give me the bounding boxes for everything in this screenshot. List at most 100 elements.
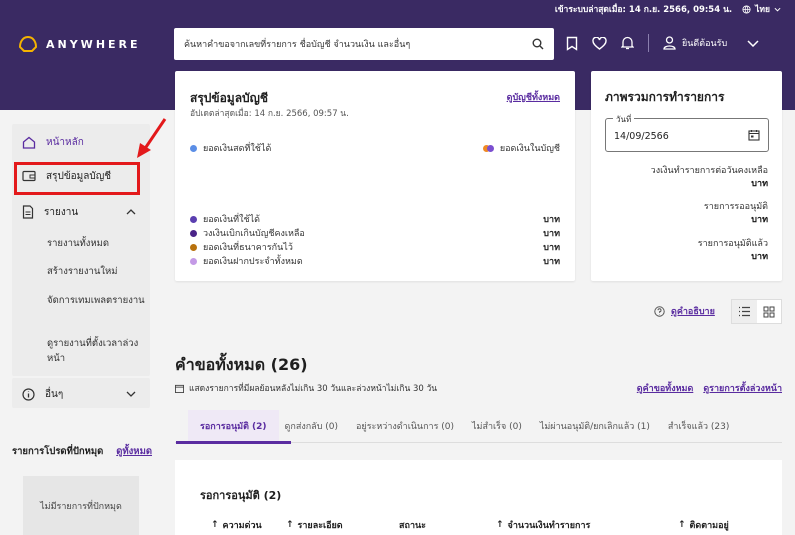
chevron-down-icon xyxy=(747,39,759,47)
document-icon xyxy=(22,205,34,219)
sidebar-item-others[interactable]: อื่นๆ xyxy=(12,384,150,404)
column-following[interactable]: ↑ ติดตามอยู่ xyxy=(678,518,729,532)
column-label: ติดตามอยู่ xyxy=(689,521,729,531)
chevron-down-icon xyxy=(774,7,781,12)
sidebar-item-reports[interactable]: รายงาน xyxy=(12,202,150,222)
row-dot xyxy=(190,215,197,223)
column-status[interactable]: สถานะ xyxy=(399,518,496,532)
legend-dot xyxy=(482,144,494,152)
logo-icon xyxy=(18,35,38,52)
date-field[interactable]: วันที่ 14/09/2566 xyxy=(605,113,769,152)
sidebar-item-home[interactable]: หน้าหลัก xyxy=(12,132,150,152)
row-label: วงเงินเบิกเกินบัญชีคงเหลือ xyxy=(203,229,305,239)
favorites-empty: ไม่มีรายการที่ปักหมุด xyxy=(23,476,139,535)
search-input[interactable]: ค้นหาคำขอจากเลขที่รายการ ชื่อบัญชี จำนวน… xyxy=(174,28,554,60)
row-label: ยอดเงินที่ธนาคารกันไว้ xyxy=(203,243,293,253)
summary-row: ยอดเงินที่ธนาคารกันไว้ บาท xyxy=(190,240,560,254)
search-icon[interactable] xyxy=(532,38,544,50)
sidebar-item-label: รายงาน xyxy=(44,206,79,218)
sidebar-subitem-all-reports[interactable]: รายงานทั้งหมด xyxy=(47,236,147,251)
stat-label: วงเงินทำรายการต่อวันคงเหลือ xyxy=(650,166,768,176)
search-placeholder: ค้นหาคำขอจากเลขที่รายการ ชื่อบัญชี จำนวน… xyxy=(184,40,411,50)
row-unit: บาท xyxy=(543,229,560,239)
summary-updated: อัปเดตล่าสุดเมื่อ: 14 ก.ย. 2566, 09:57 น… xyxy=(190,109,349,119)
logo-text: ANYWHERE xyxy=(46,37,141,51)
view-all-accounts-link[interactable]: ดูบัญชีทั้งหมด xyxy=(507,90,560,104)
tab-failed[interactable]: ไม่สำเร็จ (0) xyxy=(472,410,522,443)
list-view-button[interactable] xyxy=(732,300,757,323)
sidebar-subitem-scheduled[interactable]: ดูรายงานที่ตั้งเวลาล่วงหน้า xyxy=(47,336,147,366)
sort-up-icon: ↑ xyxy=(678,520,686,530)
legend-account-balance: ยอดเงินในบัญชี xyxy=(482,141,560,155)
summary-row: วงเงินเบิกเกินบัญชีคงเหลือ บาท xyxy=(190,226,560,240)
pending-section-title: รอการอนุมัติ (2) xyxy=(200,489,282,502)
user-icon xyxy=(663,36,676,50)
row-unit: บาท xyxy=(543,243,560,253)
legend-dot xyxy=(190,144,197,152)
user-menu[interactable]: ยินดีต้อนรับ xyxy=(663,36,759,50)
top-strip: เข้าระบบล่าสุดเมื่อ: 14 ก.ย. 2566, 09:54… xyxy=(0,0,795,18)
welcome-text: ยินดีต้อนรับ xyxy=(682,39,728,49)
column-amount[interactable]: ↑ จำนวนเงินทำรายการ xyxy=(496,518,678,532)
tab-pending-approval[interactable]: รอการอนุมัติ (2) xyxy=(176,409,291,444)
tab-rejected-cancelled[interactable]: ไม่ผ่านอนุมัติ/ยกเลิกแล้ว (1) xyxy=(540,410,650,443)
date-field-label: วันที่ xyxy=(613,113,635,126)
overview-title: ภาพรวมการทำรายการ xyxy=(605,90,725,104)
stat-unit: บาท xyxy=(751,179,768,189)
calendar-icon xyxy=(175,384,184,393)
pending-requests-card: รอการอนุมัติ (2) ↑ ความด่วน ↑ รายละเอียด ส… xyxy=(175,460,782,535)
help-link-row: ดูคำอธิบาย xyxy=(654,304,715,318)
legend-available-cash: ยอดเงินสดที่ใช้ได้ xyxy=(190,141,271,155)
sidebar-item-label: อื่นๆ xyxy=(45,388,64,400)
stat-label: รายการรออนุมัติ xyxy=(703,202,768,212)
logo[interactable]: ANYWHERE xyxy=(18,35,141,53)
view-toggle xyxy=(731,299,782,324)
sidebar-subitem-templates[interactable]: จัดการเทมเพลตรายงาน xyxy=(47,293,147,308)
bookmark-icon[interactable] xyxy=(566,36,578,51)
stat-unit: บาท xyxy=(751,215,768,225)
column-urgency[interactable]: ↑ ความด่วน xyxy=(211,518,286,532)
favorites-view-all-link[interactable]: ดูทั้งหมด xyxy=(116,444,152,459)
view-all-requests-link[interactable]: ดูคำขอทั้งหมด xyxy=(637,381,694,395)
language-selector[interactable]: ไทย xyxy=(742,2,781,16)
tab-in-progress[interactable]: อยู่ระหว่างดำเนินการ (0) xyxy=(356,410,454,443)
grid-view-button[interactable] xyxy=(757,300,782,323)
calendar-icon[interactable] xyxy=(748,129,760,141)
sidebar-others: อื่นๆ xyxy=(12,378,150,408)
favorites-empty-text: ไม่มีรายการที่ปักหมุด xyxy=(40,502,122,512)
heart-icon[interactable] xyxy=(592,36,607,50)
row-label: ยอดเงินที่ใช้ได้ xyxy=(203,215,260,225)
bell-icon[interactable] xyxy=(621,36,634,50)
requests-links: ดูคำขอทั้งหมด ดูรายการตั้งล่วงหน้า xyxy=(637,381,782,395)
column-label: รายละเอียด xyxy=(297,521,343,531)
tab-completed[interactable]: สำเร็จแล้ว (23) xyxy=(668,410,729,443)
help-link[interactable]: ดูคำอธิบาย xyxy=(671,304,715,318)
requests-subtitle-row: แสดงรายการที่มีผลย้อนหลังไม่เกิน 30 วันแ… xyxy=(175,381,437,395)
red-arrow-annotation xyxy=(137,118,167,158)
transaction-overview-card: ภาพรวมการทำรายการ วันที่ 14/09/2566 วงเง… xyxy=(591,71,782,281)
column-label: ความด่วน xyxy=(222,521,262,531)
row-label: ยอดเงินฝากประจำทั้งหมด xyxy=(203,257,303,267)
summary-row: ยอดเงินที่ใช้ได้ บาท xyxy=(190,212,560,226)
favorites-title: รายการโปรดที่ปักหมุด xyxy=(12,446,104,457)
column-details[interactable]: ↑ รายละเอียด xyxy=(286,518,399,532)
requests-title: คำขอทั้งหมด (26) xyxy=(175,355,308,374)
help-icon xyxy=(654,305,665,317)
chevron-up-icon xyxy=(126,209,136,215)
header-divider xyxy=(648,34,649,52)
sidebar-subitem-new-report[interactable]: สร้างรายงานใหม่ xyxy=(47,264,147,279)
stat-approved: รายการอนุมัติแล้ว บาท xyxy=(698,238,768,264)
tab-returned[interactable]: ดูกส่งกลับ (0) xyxy=(285,410,338,443)
last-login-text: เข้าระบบล่าสุดเมื่อ: 14 ก.ย. 2566, 09:54… xyxy=(554,5,733,15)
info-icon xyxy=(22,387,35,401)
table-header: ↑ ความด่วน ↑ รายละเอียด สถานะ ↑ จำนวนเงินทำ… xyxy=(211,518,761,532)
account-summary-card: สรุปข้อมูลบัญชี อัปเดตล่าสุดเมื่อ: 14 ก.… xyxy=(175,71,575,281)
language-label: ไทย xyxy=(755,5,770,15)
stat-unit: บาท xyxy=(751,252,768,262)
sort-up-icon: ↑ xyxy=(211,520,219,530)
view-scheduled-link[interactable]: ดูรายการตั้งล่วงหน้า xyxy=(703,381,782,395)
legend-label: ยอดเงินในบัญชี xyxy=(499,144,560,154)
requests-subtitle: แสดงรายการที่มีผลย้อนหลังไม่เกิน 30 วันแ… xyxy=(189,384,438,394)
date-field-value: 14/09/2566 xyxy=(614,131,669,142)
sort-up-icon: ↑ xyxy=(496,520,504,530)
